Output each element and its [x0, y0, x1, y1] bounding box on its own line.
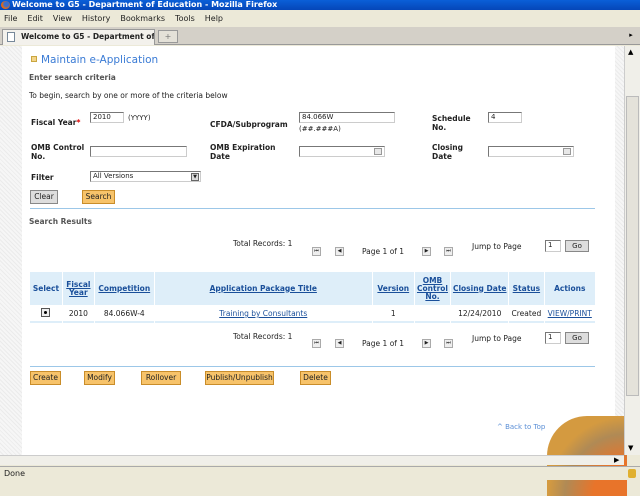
cell-status: Created — [509, 306, 544, 323]
first-page-icon[interactable]: ⏮ — [312, 247, 321, 256]
next-page-icon[interactable]: ▶ — [422, 247, 431, 256]
total-records: Total Records: 1 — [233, 332, 293, 341]
last-page-icon[interactable]: ⏭ — [444, 247, 453, 256]
first-page-icon[interactable]: ⏮ — [312, 339, 321, 348]
schedule-label: Schedule No. — [432, 114, 471, 132]
page-indicator: Page 1 of 1 — [362, 339, 405, 348]
tab-active[interactable]: Welcome to G5 - Department of Edu... — [2, 29, 155, 45]
cell-omb — [414, 306, 451, 323]
jump-label: Jump to Page — [472, 334, 522, 343]
jump-label: Jump to Page — [472, 242, 522, 251]
fiscal-year-input[interactable]: 2010 — [90, 112, 124, 123]
menu-edit[interactable]: Edit — [27, 14, 43, 23]
create-button[interactable]: Create — [30, 371, 61, 385]
status-text: Done — [4, 469, 26, 478]
results-table: Select Fiscal Year Competition Applicati… — [29, 271, 596, 324]
page-icon — [7, 32, 15, 42]
cell-version: 1 — [372, 306, 414, 323]
omb-control-input[interactable] — [90, 146, 187, 157]
menu-file[interactable]: File — [4, 14, 17, 23]
clear-button[interactable]: Clear — [30, 190, 58, 204]
instructions: To begin, search by one or more of the c… — [29, 91, 228, 100]
vertical-scrollbar[interactable]: ▲ ▼ — [624, 46, 640, 455]
header-actions: Actions — [544, 272, 595, 305]
calendar-icon[interactable] — [563, 148, 571, 155]
menu-bar: File Edit View History Bookmarks Tools Help — [0, 11, 640, 26]
results-heading: Search Results — [29, 217, 92, 226]
menu-view[interactable]: View — [53, 14, 72, 23]
back-to-top-link[interactable]: ^ Back to Top — [497, 423, 545, 431]
table-row: 2010 84.066W-4 Training by Consultants 1… — [30, 306, 595, 323]
scroll-down-icon[interactable]: ▼ — [628, 444, 633, 452]
page-indicator: Page 1 of 1 — [362, 247, 405, 256]
divider — [30, 208, 595, 209]
horizontal-scrollbar[interactable]: ▶ — [0, 455, 624, 465]
header-select: Select — [30, 272, 62, 305]
menu-history[interactable]: History — [82, 14, 110, 23]
modify-button[interactable]: Modify — [84, 371, 115, 385]
section-heading: Enter search criteria — [29, 73, 116, 82]
cfda-hint: (##.###A) — [299, 125, 341, 133]
cfda-label: CFDA/Subprogram — [210, 120, 288, 129]
status-bar: Done — [0, 466, 640, 480]
menu-help[interactable]: Help — [205, 14, 223, 23]
closing-input[interactable] — [488, 146, 574, 157]
window-title: Welcome to G5 - Department of Education … — [0, 0, 640, 10]
cell-closing: 12/24/2010 — [451, 306, 509, 323]
go-button[interactable]: Go — [565, 240, 589, 252]
tab-label: Welcome to G5 - Department of Edu... — [21, 32, 155, 41]
scroll-thumb[interactable] — [626, 96, 639, 396]
firefox-icon — [1, 1, 10, 9]
filter-select[interactable]: All Versions ▼ — [90, 171, 201, 182]
total-records: Total Records: 1 — [233, 239, 293, 248]
closing-label: Closing Date — [432, 143, 463, 161]
omb-exp-input[interactable] — [299, 146, 385, 157]
prev-page-icon[interactable]: ◀ — [335, 339, 344, 348]
omb-exp-label: OMB Expiration Date — [210, 143, 276, 161]
scroll-right-icon[interactable]: ▶ — [614, 456, 619, 464]
calendar-icon[interactable] — [374, 148, 382, 155]
cell-title-link[interactable]: Training by Consultants — [219, 309, 307, 318]
go-button[interactable]: Go — [565, 332, 589, 344]
schedule-input[interactable]: 4 — [488, 112, 522, 123]
rollover-button[interactable]: Rollover — [141, 371, 181, 385]
header-status[interactable]: Status — [513, 284, 540, 293]
cell-fiscal-year: 2010 — [62, 306, 94, 323]
prev-page-icon[interactable]: ◀ — [335, 247, 344, 256]
lock-icon — [628, 469, 636, 478]
page-title: Maintain e-Application — [41, 54, 159, 66]
scroll-up-icon[interactable]: ▲ — [628, 48, 633, 56]
divider — [30, 366, 595, 367]
cfda-input[interactable]: 84.066W — [299, 112, 395, 123]
view-print-link[interactable]: VIEW/PRINT — [548, 309, 592, 318]
header-closing[interactable]: Closing Date — [453, 284, 507, 293]
header-competition[interactable]: Competition — [98, 284, 150, 293]
viewport: Maintain e-Application Enter search crit… — [0, 46, 627, 496]
new-tab-button[interactable]: + — [158, 30, 178, 43]
jump-input[interactable]: 1 — [545, 240, 561, 252]
delete-button[interactable]: Delete — [300, 371, 331, 385]
next-page-icon[interactable]: ▶ — [422, 339, 431, 348]
filter-label: Filter — [31, 173, 54, 182]
menu-bookmarks[interactable]: Bookmarks — [120, 14, 165, 23]
header-title[interactable]: Application Package Title — [210, 284, 317, 293]
cell-competition: 84.066W-4 — [94, 306, 154, 323]
fiscal-year-label: Fiscal Year* — [31, 118, 81, 127]
menu-tools[interactable]: Tools — [175, 14, 195, 23]
header-omb[interactable]: OMB Control No. — [417, 276, 448, 301]
chevron-down-icon[interactable]: ▼ — [191, 173, 199, 181]
page-content: Maintain e-Application Enter search crit… — [22, 46, 627, 496]
tab-scroll-right-icon[interactable]: ▸ — [626, 31, 636, 41]
header-fiscal-year[interactable]: Fiscal Year — [66, 280, 90, 297]
select-radio[interactable] — [41, 308, 51, 317]
omb-control-label: OMB Control No. — [31, 143, 85, 161]
header-version[interactable]: Version — [377, 284, 409, 293]
jump-input[interactable]: 1 — [545, 332, 561, 344]
last-page-icon[interactable]: ⏭ — [444, 339, 453, 348]
search-button[interactable]: Search — [82, 190, 115, 204]
tab-bar: Welcome to G5 - Department of Edu... + ▸ — [0, 27, 640, 45]
publish-unpublish-button[interactable]: Publish/Unpublish — [205, 371, 274, 385]
fiscal-year-hint: (YYYY) — [128, 114, 151, 122]
title-bullet-icon — [31, 56, 37, 62]
